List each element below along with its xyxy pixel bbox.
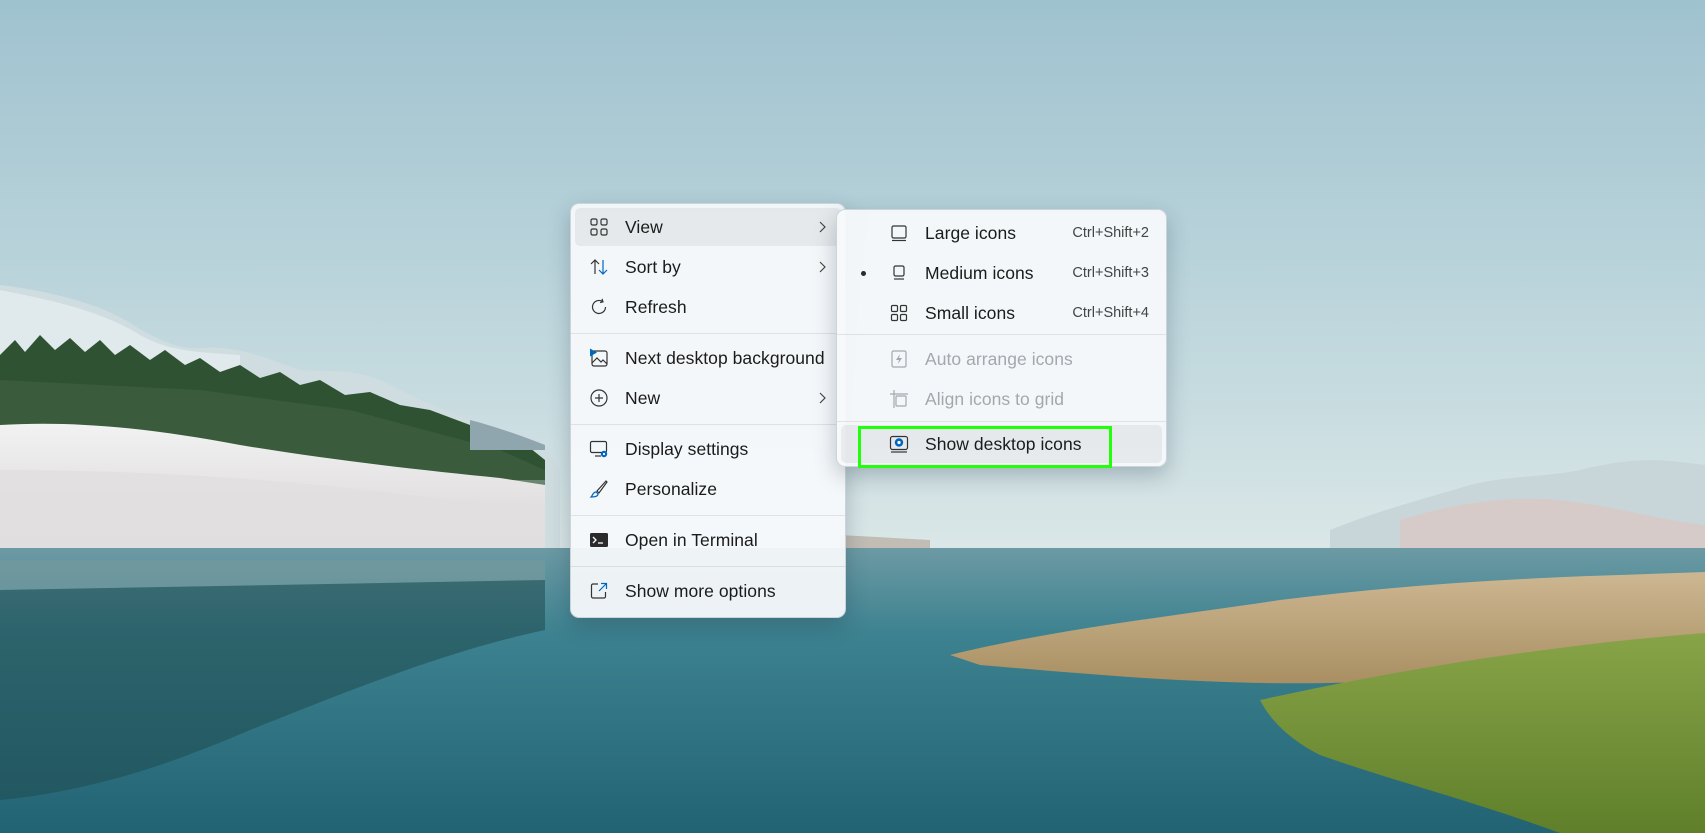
sort-icon — [590, 259, 608, 275]
submenu-item-align-icons-to-grid[interactable]: Align icons to grid — [841, 380, 1162, 418]
menu-item-label: Open in Terminal — [625, 529, 758, 550]
small-icons-icon — [890, 304, 908, 322]
menu-separator — [837, 421, 1166, 422]
personalize-brush-icon — [589, 480, 608, 498]
menu-item-label: Next desktop background — [625, 347, 825, 368]
medium-icons-icon — [893, 265, 905, 280]
menu-item-next-desktop-background[interactable]: Next desktop background — [575, 339, 841, 377]
menu-item-display-settings[interactable]: Display settings — [575, 430, 841, 468]
menu-item-new[interactable]: New — [575, 379, 841, 417]
view-submenu: Large icons Ctrl+Shift+2 Medium icons Ct… — [836, 209, 1167, 467]
submenu-item-medium-icons[interactable]: Medium icons Ctrl+Shift+3 — [841, 254, 1162, 292]
submenu-item-label: Show desktop icons — [925, 433, 1082, 454]
menu-item-label: New — [625, 387, 661, 408]
show-more-options-icon — [590, 582, 608, 599]
shortcut-label: Ctrl+Shift+4 — [1072, 305, 1149, 321]
submenu-item-show-desktop-icons[interactable]: Show desktop icons — [841, 425, 1162, 463]
refresh-icon — [591, 298, 607, 315]
selected-bullet-icon — [861, 271, 866, 276]
chevron-right-icon — [819, 392, 826, 404]
new-plus-icon — [590, 389, 608, 407]
desktop-context-menu: View Sort by Refresh Next desktop backgr… — [570, 203, 846, 618]
menu-item-label: Sort by — [625, 256, 681, 277]
menu-item-open-in-terminal[interactable]: Open in Terminal — [575, 521, 841, 559]
menu-separator — [571, 424, 845, 425]
next-background-icon — [590, 348, 608, 367]
terminal-icon — [590, 533, 608, 547]
view-grid-icon — [590, 218, 608, 236]
shortcut-label: Ctrl+Shift+3 — [1072, 265, 1149, 281]
submenu-item-label: Medium icons — [925, 262, 1034, 283]
menu-item-show-more-options[interactable]: Show more options — [575, 572, 841, 610]
shortcut-label: Ctrl+Shift+2 — [1072, 225, 1149, 241]
menu-item-sort-by[interactable]: Sort by — [575, 248, 841, 286]
menu-separator — [571, 566, 845, 567]
submenu-item-large-icons[interactable]: Large icons Ctrl+Shift+2 — [841, 214, 1162, 252]
chevron-right-icon — [819, 261, 826, 273]
chevron-right-icon — [819, 221, 826, 233]
menu-separator — [837, 334, 1166, 335]
submenu-item-label: Auto arrange icons — [925, 348, 1073, 369]
submenu-item-small-icons[interactable]: Small icons Ctrl+Shift+4 — [841, 294, 1162, 332]
submenu-item-auto-arrange-icons[interactable]: Auto arrange icons — [841, 340, 1162, 378]
menu-item-label: Show more options — [625, 580, 776, 601]
submenu-item-label: Small icons — [925, 302, 1016, 323]
menu-separator — [571, 333, 845, 334]
auto-arrange-icon — [891, 350, 907, 368]
menu-item-label: Personalize — [625, 478, 717, 499]
large-icons-icon — [891, 225, 907, 242]
menu-separator — [571, 515, 845, 516]
display-settings-icon — [589, 440, 608, 458]
menu-item-label: Display settings — [625, 438, 749, 459]
align-grid-icon — [890, 390, 908, 408]
menu-item-label: View — [625, 216, 663, 237]
menu-item-personalize[interactable]: Personalize — [575, 470, 841, 508]
show-desktop-icons-icon — [889, 435, 909, 453]
submenu-item-label: Large icons — [925, 222, 1017, 243]
menu-item-view[interactable]: View — [575, 208, 841, 246]
submenu-item-label: Align icons to grid — [925, 388, 1065, 409]
menu-item-label: Refresh — [625, 296, 687, 317]
menu-item-refresh[interactable]: Refresh — [575, 288, 841, 326]
